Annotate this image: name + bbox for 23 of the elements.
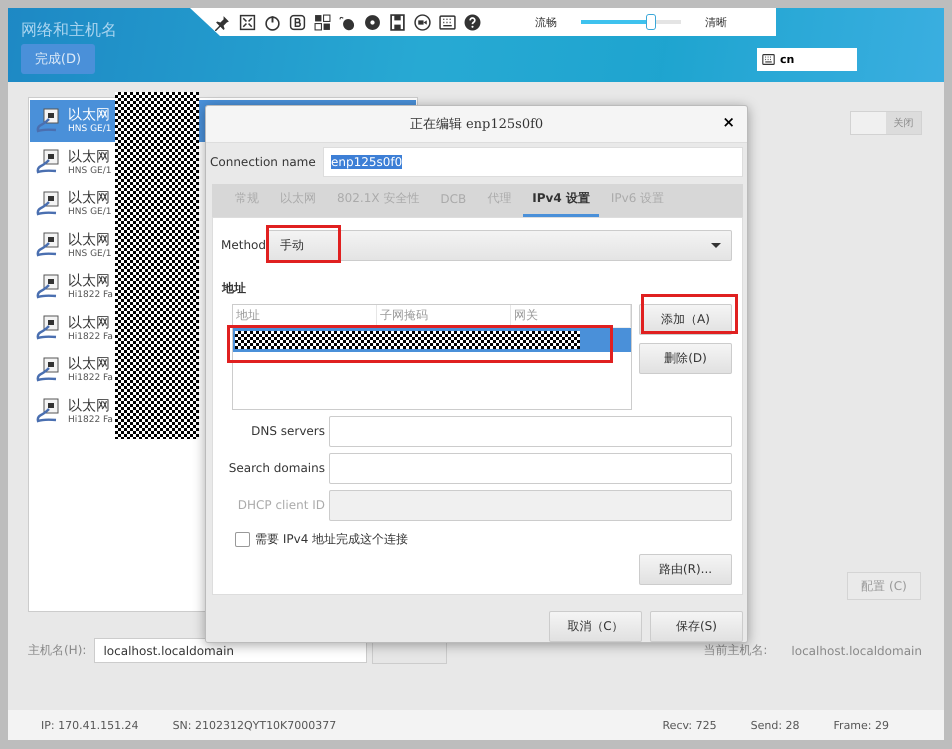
column-header: 地址 (233, 304, 377, 327)
keyboard-layout-label: cn (780, 53, 794, 66)
checkbox-label: 需要 IPv4 地址完成这个连接 (255, 530, 408, 548)
quality-high-label: 清晰 (705, 14, 727, 30)
column-header: 子网掩码 (377, 304, 511, 327)
addresses-label: 地址 (222, 280, 247, 297)
field-label: Search domains (228, 461, 326, 476)
serial-number: SN: 2102312QYT10K7000377 (172, 718, 336, 732)
connection-name-label: Connection name (210, 154, 317, 169)
screen-title: 网络和主机名 (21, 20, 117, 41)
field-label: DHCP client ID (236, 498, 326, 512)
current-hostname-label: 当前主机名: (703, 642, 768, 659)
field-label: DNS servers (250, 424, 326, 438)
send-count: Send: 28 (750, 718, 800, 732)
current-hostname-value: localhost.localdomain (791, 644, 922, 658)
quality-low-label: 流畅 (535, 14, 557, 30)
ip-address: IP: 170.41.151.24 (41, 718, 139, 732)
recv-count: Recv: 725 (662, 718, 717, 732)
frame-count: Frame: 29 (834, 718, 889, 732)
dialog-title: 正在编辑 enp125s0f0 (410, 116, 544, 133)
column-header: 网关 (511, 304, 631, 327)
hostname-label: 主机名(H): (28, 642, 86, 659)
method-label: Method (221, 238, 267, 252)
